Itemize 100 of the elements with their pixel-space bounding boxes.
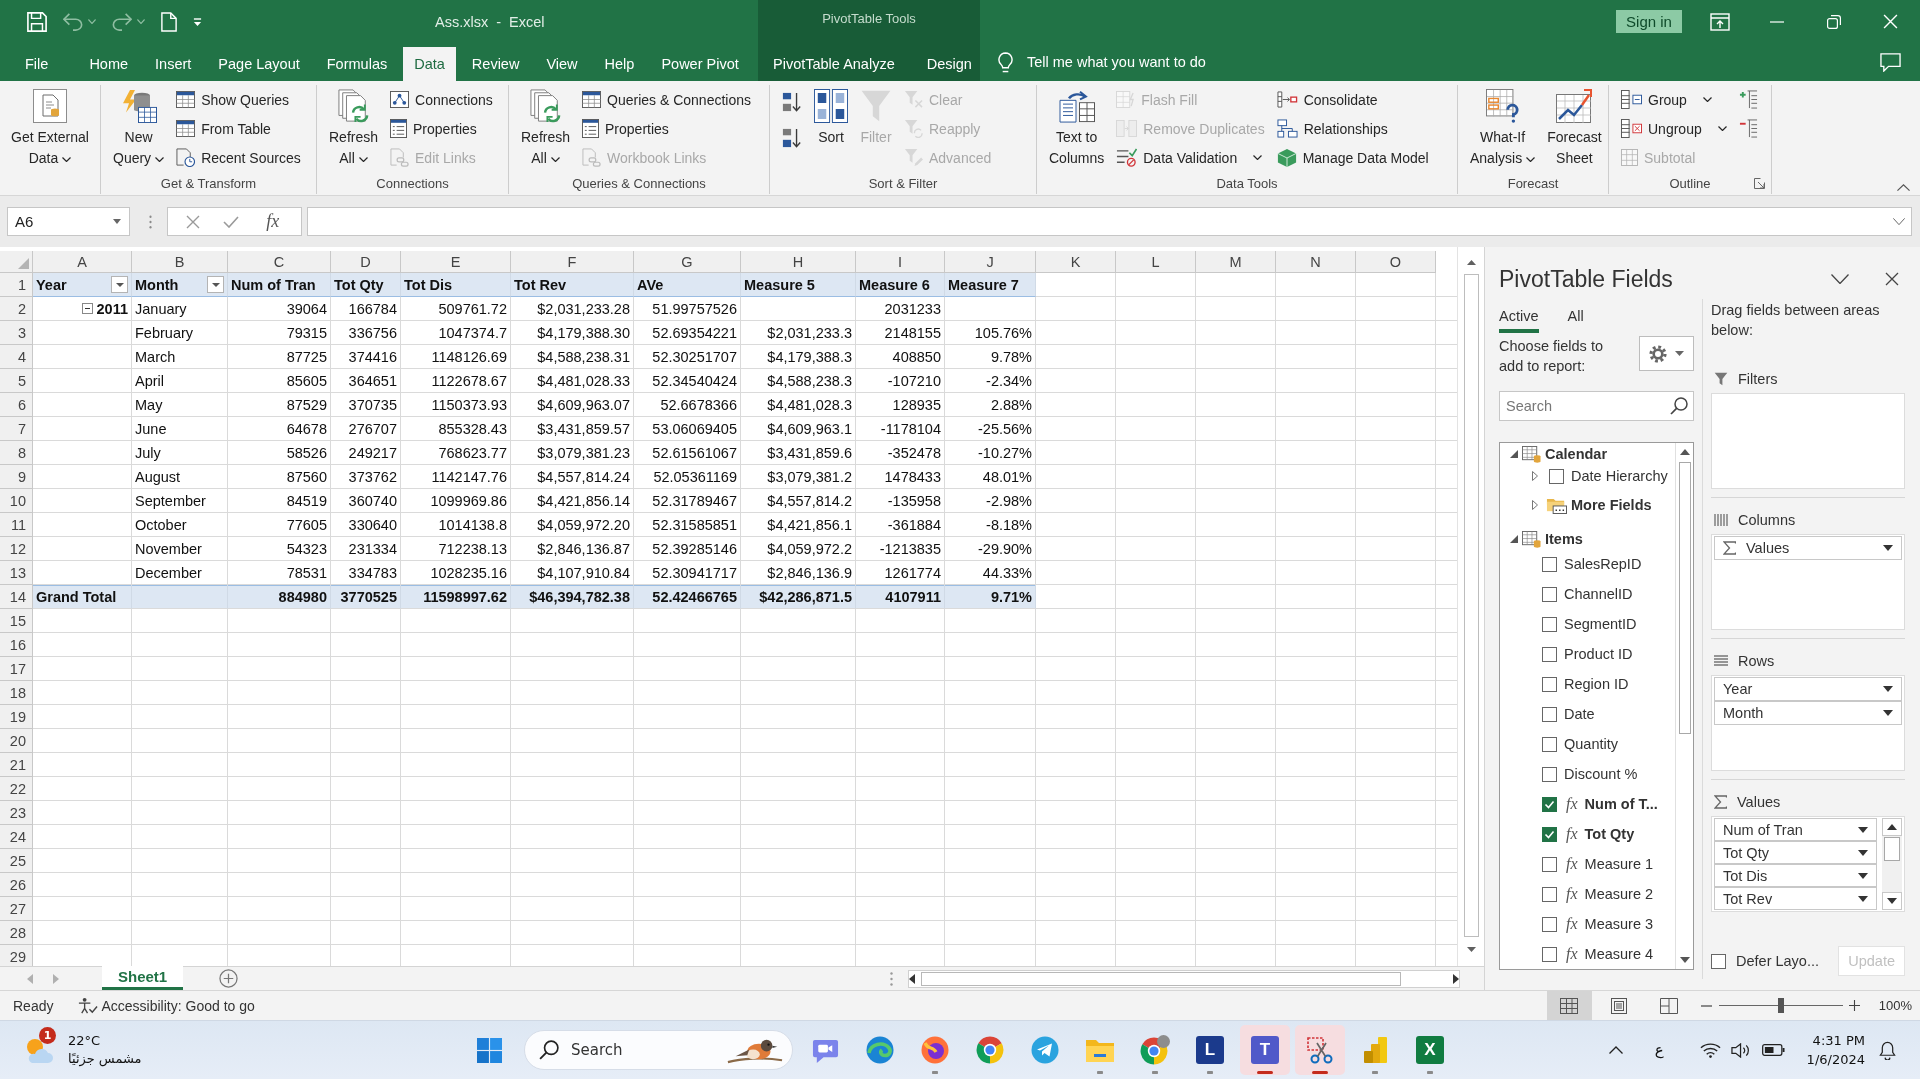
column-header[interactable]: D [331, 251, 401, 273]
ribbon-tab[interactable]: File [14, 47, 60, 81]
taskbar-app-button[interactable]: T [1240, 1025, 1290, 1075]
row-header[interactable]: 22 [0, 777, 33, 801]
dialog-launcher-button[interactable] [1754, 178, 1765, 189]
ribbon-tab[interactable]: Design [915, 47, 983, 81]
scrollbar-thumb[interactable] [921, 971, 1402, 986]
column-header[interactable]: G [634, 251, 741, 273]
scrollbar-thumb[interactable] [1884, 837, 1900, 861]
row-header[interactable]: 15 [0, 609, 33, 633]
queries-connections-button[interactable]: Queries & Connections [578, 85, 755, 114]
area-field-button[interactable]: Tot Rev [1714, 887, 1877, 910]
row-header[interactable]: 17 [0, 657, 33, 681]
column-header[interactable]: M [1196, 251, 1276, 273]
slider-thumb[interactable] [1777, 998, 1784, 1013]
row-header[interactable]: 13 [0, 561, 33, 585]
column-header[interactable]: E [401, 251, 511, 273]
accessibility-status[interactable]: Accessibility: Good to go [101, 997, 255, 1014]
input-language-button[interactable]: ع [1646, 1030, 1672, 1070]
column-header[interactable]: N [1276, 251, 1356, 273]
from-table-button[interactable]: From Table [172, 114, 305, 143]
area-field-button[interactable]: Values [1714, 536, 1902, 560]
row-header[interactable]: 6 [0, 393, 33, 417]
row-header[interactable]: 28 [0, 921, 33, 945]
row-header[interactable]: 27 [0, 897, 33, 921]
column-header[interactable]: J [945, 251, 1036, 273]
properties-button[interactable]: Properties [386, 114, 497, 143]
taskbar-app-button[interactable]: X [1405, 1025, 1455, 1075]
row-header[interactable]: 19 [0, 705, 33, 729]
sign-in-button[interactable]: Sign in [1616, 10, 1682, 33]
new-query-button[interactable]: New Query [109, 85, 169, 169]
scrollbar-thumb[interactable] [1678, 462, 1691, 734]
row-header[interactable]: 20 [0, 729, 33, 753]
recent-sources-button[interactable]: Recent Sources [172, 143, 305, 172]
checkbox[interactable] [1542, 886, 1557, 902]
checkbox[interactable] [1542, 766, 1557, 782]
data-validation-button[interactable]: Data Validation [1112, 143, 1269, 172]
group-button[interactable]: Group [1617, 85, 1731, 114]
row-header[interactable]: 11 [0, 513, 33, 537]
row-header[interactable]: 1 [0, 273, 33, 297]
area-field-button[interactable]: Tot Qty [1714, 841, 1877, 864]
filter-dropdown-button[interactable] [207, 276, 224, 293]
ribbon-tab[interactable]: Home [78, 47, 140, 81]
consolidate-button[interactable]: Consolidate [1272, 85, 1433, 114]
get-external-data-button[interactable]: Get External Data [7, 85, 93, 169]
filter-dropdown-button[interactable] [111, 276, 128, 293]
ribbon-tab[interactable]: Page Layout [207, 47, 311, 81]
checkbox[interactable] [1542, 916, 1557, 932]
column-header[interactable]: K [1036, 251, 1116, 273]
tools-dropdown-button[interactable] [1639, 336, 1694, 371]
new-sheet-button[interactable] [219, 969, 239, 988]
row-header[interactable]: 14 [0, 585, 33, 609]
column-header[interactable]: I [856, 251, 945, 273]
column-header[interactable]: F [511, 251, 634, 273]
column-header[interactable]: H [741, 251, 856, 273]
checkbox[interactable] [1542, 946, 1557, 962]
column-header[interactable]: B [132, 251, 228, 273]
row-header[interactable]: 18 [0, 681, 33, 705]
area-field-button[interactable]: Month [1714, 701, 1902, 725]
scroll-down-button[interactable] [1882, 892, 1902, 910]
zoom-level[interactable]: 100% [1878, 998, 1912, 1013]
checkbox[interactable] [1542, 706, 1557, 722]
column-header[interactable]: L [1116, 251, 1196, 273]
column-header[interactable]: C [228, 251, 331, 273]
scroll-left-button[interactable] [909, 973, 916, 984]
ungroup-button[interactable]: Ungroup [1617, 114, 1731, 143]
formula-input[interactable] [307, 207, 1912, 236]
row-header[interactable]: 26 [0, 873, 33, 897]
checkbox[interactable] [1542, 556, 1557, 572]
row-header[interactable]: 25 [0, 849, 33, 873]
ribbon-tab[interactable]: PivotTable Analyze [762, 47, 906, 81]
cancel-button[interactable] [185, 214, 200, 229]
checkbox[interactable] [1542, 616, 1557, 632]
checkbox[interactable] [1542, 796, 1557, 812]
row-header[interactable]: 3 [0, 321, 33, 345]
properties-button[interactable]: Properties [578, 114, 755, 143]
forecast-sheet-button[interactable]: Forecast Sheet [1543, 85, 1606, 169]
checkbox[interactable] [1542, 646, 1557, 662]
search-field[interactable]: Search [1499, 391, 1694, 421]
clock-button[interactable]: 4:31 PM 1/6/2024 [1800, 1031, 1871, 1069]
checkbox[interactable] [1549, 468, 1564, 484]
taskbar-app-button[interactable]: L [1185, 1025, 1235, 1075]
ribbon-tab[interactable]: View [535, 47, 589, 81]
row-header[interactable]: 8 [0, 441, 33, 465]
row-header[interactable]: 5 [0, 369, 33, 393]
row-header[interactable]: 12 [0, 537, 33, 561]
text-to-columns-button[interactable]: Text to Columns [1045, 85, 1109, 169]
area-field-button[interactable]: Year [1714, 677, 1902, 701]
row-header[interactable]: 2 [0, 297, 33, 321]
show-queries-button[interactable]: Show Queries [172, 85, 305, 114]
row-header[interactable]: 16 [0, 633, 33, 657]
insert-function-button[interactable]: fx [262, 211, 284, 232]
checkbox[interactable] [1542, 736, 1557, 752]
row-header[interactable]: 4 [0, 345, 33, 369]
manage-data-model-button[interactable]: Manage Data Model [1272, 143, 1433, 172]
checkbox[interactable] [1542, 856, 1557, 872]
row-header[interactable]: 10 [0, 489, 33, 513]
ribbon-tab[interactable]: Data [403, 47, 456, 81]
field-list-tab[interactable]: Active [1499, 299, 1539, 333]
collapse-ribbon-button[interactable] [1897, 184, 1910, 191]
